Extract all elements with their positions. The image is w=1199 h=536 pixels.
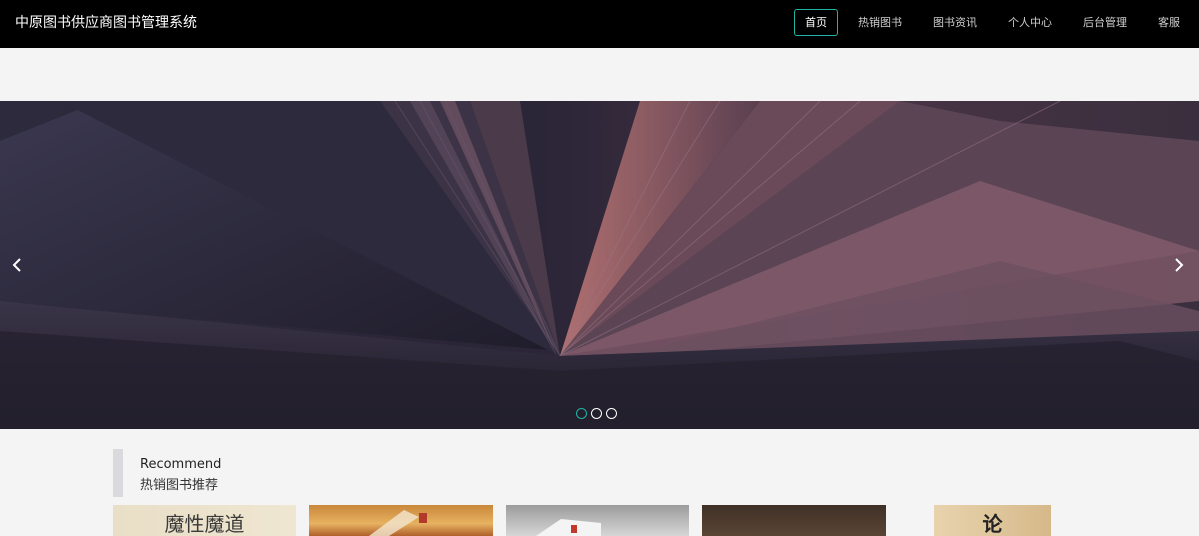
book-cover-art: [369, 510, 427, 536]
recommend-section-heading: Recommend 热销图书推荐: [113, 449, 221, 497]
book-card[interactable]: [702, 505, 886, 536]
site-title[interactable]: 中原图书供应商图书管理系统: [15, 13, 197, 33]
book-cover-title: 论: [982, 512, 1003, 536]
book-cover-art: [536, 519, 601, 536]
carousel-slide-image: [0, 101, 1199, 429]
book-card[interactable]: 魔性魔道: [113, 505, 296, 536]
book-card[interactable]: [506, 505, 689, 536]
carousel-dot-2[interactable]: [591, 408, 602, 419]
nav-admin[interactable]: 后台管理: [1072, 9, 1138, 36]
nav-personal-center[interactable]: 个人中心: [997, 9, 1063, 36]
hot-books-list: 魔性魔道 论: [0, 505, 1199, 536]
banner-carousel[interactable]: [0, 101, 1199, 429]
book-card[interactable]: 论: [934, 505, 1051, 536]
carousel-prev-icon[interactable]: [7, 255, 27, 275]
top-navbar: 中原图书供应商图书管理系统 首页 热销图书 图书资讯 个人中心 后台管理 客服: [0, 0, 1199, 48]
book-cover-title: 魔性魔道: [164, 512, 245, 536]
nav-book-news[interactable]: 图书资讯: [922, 9, 988, 36]
carousel-indicators: [576, 408, 621, 419]
carousel-dot-1[interactable]: [576, 408, 587, 419]
carousel-dot-3[interactable]: [606, 408, 617, 419]
recommend-title-en: Recommend: [140, 457, 222, 472]
book-card[interactable]: [309, 505, 493, 536]
nav-hot-books[interactable]: 热销图书: [847, 9, 913, 36]
nav-customer-service[interactable]: 客服: [1147, 9, 1191, 36]
recommend-title-cn: 热销图书推荐: [140, 478, 219, 493]
nav-home[interactable]: 首页: [794, 9, 838, 36]
carousel-next-icon[interactable]: [1169, 255, 1189, 275]
main-nav: 首页 热销图书 图书资讯 个人中心 后台管理 客服: [794, 9, 1191, 36]
